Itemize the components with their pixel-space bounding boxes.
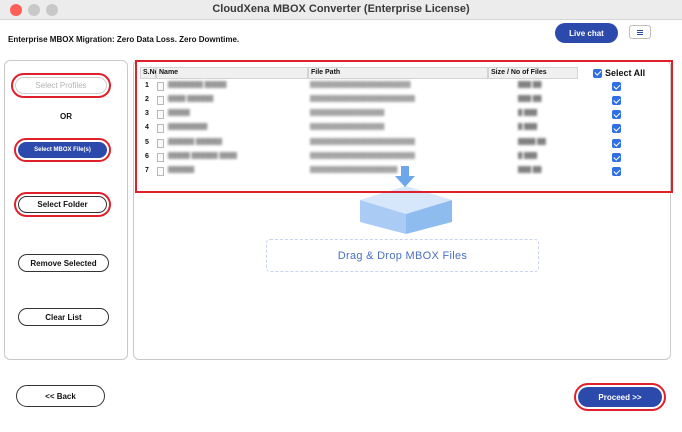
remove-selected-button[interactable]: Remove Selected <box>18 254 109 272</box>
menu-button[interactable] <box>629 25 651 39</box>
drop-zone[interactable]: Drag & Drop MBOX Files <box>266 239 539 272</box>
file-list-highlight <box>135 60 673 193</box>
clear-list-button[interactable]: Clear List <box>18 308 109 326</box>
live-chat-button[interactable]: Live chat <box>555 23 618 43</box>
back-button[interactable]: << Back <box>16 385 105 407</box>
hamburger-icon <box>637 29 643 35</box>
or-label: OR <box>60 112 72 121</box>
select-folder-button[interactable]: Select Folder <box>14 192 111 217</box>
proceed-button[interactable]: Proceed >> <box>574 383 666 411</box>
select-profiles-button[interactable]: Select Profiles <box>11 73 111 98</box>
tagline: Enterprise MBOX Migration: Zero Data Los… <box>8 35 240 44</box>
window-title: CloudXena MBOX Converter (Enterprise Lic… <box>212 3 470 15</box>
title-bar: CloudXena MBOX Converter (Enterprise Lic… <box>0 0 682 20</box>
select-mbox-files-button[interactable]: Select MBOX File(s) <box>14 138 111 162</box>
